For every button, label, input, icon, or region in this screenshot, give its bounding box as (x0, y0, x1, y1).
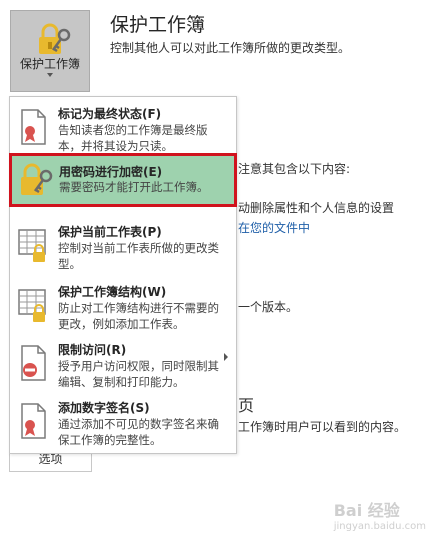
bg-link[interactable]: 在您的文件中 (238, 219, 310, 236)
section-description: 控制其他人可以对此工作簿所做的更改类型。 (110, 41, 351, 55)
document-signature-icon (16, 401, 52, 441)
menu-item-encrypt-password[interactable]: 用密码进行加密(E) 需要密码才能打开此工作簿。 (9, 153, 237, 207)
menu-item-title: 保护工作簿结构(W) (58, 285, 167, 299)
menu-item-desc: 通过添加不可见的数字签名来确保工作簿的完整性。 (58, 417, 219, 447)
bg-text-4: 一个版本。 (238, 300, 299, 314)
lock-key-icon (36, 23, 72, 57)
protect-workbook-label: 保护工作簿 (19, 57, 80, 71)
bg-text-6: 工作簿时用户可以看到的内容。 (238, 420, 407, 434)
menu-item-mark-final[interactable]: 标记为最终状态(F) 告知读者您的工作簿是最终版本，并将其设为只读。 (10, 99, 236, 157)
sheet-lock-icon (16, 225, 52, 265)
menu-item-title: 用密码进行加密(E) (59, 165, 163, 179)
menu-item-title: 保护当前工作表(P) (58, 225, 162, 239)
menu-item-restrict-access[interactable]: 限制访问(R) 授予用户访问权限，同时限制其编辑、复制和打印能力。 (10, 335, 236, 393)
protect-workbook-button[interactable]: 保护工作簿 (10, 10, 90, 92)
menu-item-desc: 控制对当前工作表所做的更改类型。 (58, 241, 219, 271)
section-title: 保护工作簿 (110, 14, 206, 36)
watermark-url: jingyan.baidu.com (333, 521, 426, 532)
menu-item-title: 添加数字签名(S) (58, 401, 150, 415)
menu-item-title: 标记为最终状态(F) (58, 107, 162, 121)
protect-workbook-menu: 标记为最终状态(F) 告知读者您的工作簿是最终版本，并将其设为只读。 用密码进行… (9, 96, 237, 454)
menu-item-desc: 告知读者您的工作簿是最终版本，并将其设为只读。 (58, 123, 208, 153)
baidu-watermark: Bai 经验 jingyan.baidu.com (334, 497, 426, 532)
menu-item-protect-structure[interactable]: 保护工作簿结构(W) 防止对工作簿结构进行不需要的更改，例如添加工作表。 (10, 277, 236, 335)
bg-text-5: 页 (238, 396, 255, 415)
sheet-lock-icon (16, 285, 52, 325)
menu-item-desc: 需要密码才能打开此工作簿。 (59, 180, 209, 194)
watermark-text: Bai 经验 (333, 501, 400, 520)
document-ribbon-icon (16, 107, 52, 147)
bg-text-2: 动删除属性和个人信息的设置 (238, 201, 395, 215)
chevron-right-icon (224, 353, 228, 361)
document-restrict-icon (16, 343, 52, 383)
menu-item-title: 限制访问(R) (58, 343, 127, 357)
lock-key-icon (17, 160, 53, 200)
menu-item-desc: 授予用户访问权限，同时限制其编辑、复制和打印能力。 (58, 359, 219, 389)
chevron-down-icon (47, 73, 53, 77)
bg-text-1: 注意其包含以下内容: (238, 162, 351, 176)
menu-item-desc: 防止对工作簿结构进行不需要的更改，例如添加工作表。 (58, 301, 219, 331)
menu-item-digital-signature[interactable]: 添加数字签名(S) 通过添加不可见的数字签名来确保工作簿的完整性。 (10, 393, 236, 451)
menu-item-protect-sheet[interactable]: 保护当前工作表(P) 控制对当前工作表所做的更改类型。 (10, 217, 236, 275)
